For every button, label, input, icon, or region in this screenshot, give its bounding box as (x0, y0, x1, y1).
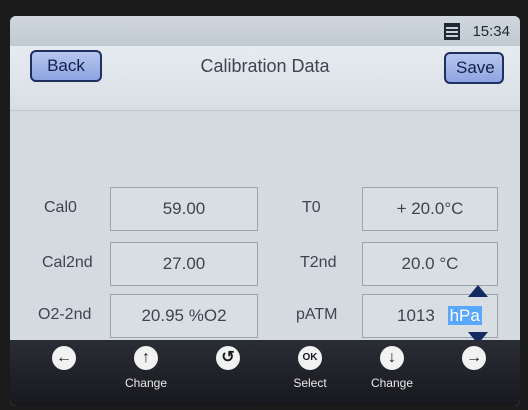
page-title: Calibration Data (200, 56, 330, 76)
down-arrow-icon: ↓ (380, 346, 404, 370)
patm-value: 1013 (397, 306, 435, 325)
cal2nd-label: Cal2nd (42, 254, 93, 271)
save-button[interactable]: Save (444, 52, 504, 84)
t2nd-field[interactable]: 20.0 °C (362, 242, 498, 286)
ok-icon: OK (298, 346, 322, 370)
up-arrow-icon: ↑ (134, 346, 158, 370)
cal0-label: Cal0 (44, 199, 77, 216)
navigation-dock: ← ↑ Change ↺ OK Select ↓ Change → (10, 340, 520, 406)
o2-2nd-field[interactable]: 20.95 %O2 (110, 294, 258, 338)
dock-button-change-down[interactable]: ↓ Change (362, 346, 422, 404)
right-arrow-icon: → (462, 346, 486, 370)
o2-2nd-label: O2-2nd (38, 306, 92, 323)
left-arrow-icon: ← (52, 346, 76, 370)
t2nd-label: T2nd (300, 254, 337, 271)
clock: 15:34 (472, 23, 510, 40)
dock-button-undo[interactable]: ↺ (198, 346, 258, 404)
calibration-panel: Cal0 59.00 Cal2nd 27.00 O2-2nd 20.95 %O2… (10, 110, 520, 344)
dock-button-left[interactable]: ← (34, 346, 94, 404)
patm-unit-selected[interactable]: hPa (447, 306, 482, 325)
cal0-field[interactable]: 59.00 (110, 187, 258, 231)
device-screen: 15:34 Back Calibration Data Save Cal0 59… (10, 16, 520, 406)
dock-label: Change (370, 376, 414, 390)
unit-up-arrow-icon[interactable] (468, 285, 488, 297)
dock-button-change-up[interactable]: ↑ Change (116, 346, 176, 404)
dock-label: Select (293, 376, 327, 390)
t0-field[interactable]: + 20.0°C (362, 187, 498, 231)
cal2nd-field[interactable]: 27.00 (110, 242, 258, 286)
status-bar: 15:34 (10, 16, 520, 46)
back-button[interactable]: Back (30, 50, 102, 82)
dock-button-right[interactable]: → (444, 346, 504, 404)
undo-icon: ↺ (216, 346, 240, 370)
dock-label: Change (124, 376, 168, 390)
patm-label: pATM (296, 306, 338, 323)
t0-label: T0 (302, 199, 321, 216)
battery-icon (444, 23, 460, 40)
dock-button-select[interactable]: OK Select (280, 346, 340, 404)
